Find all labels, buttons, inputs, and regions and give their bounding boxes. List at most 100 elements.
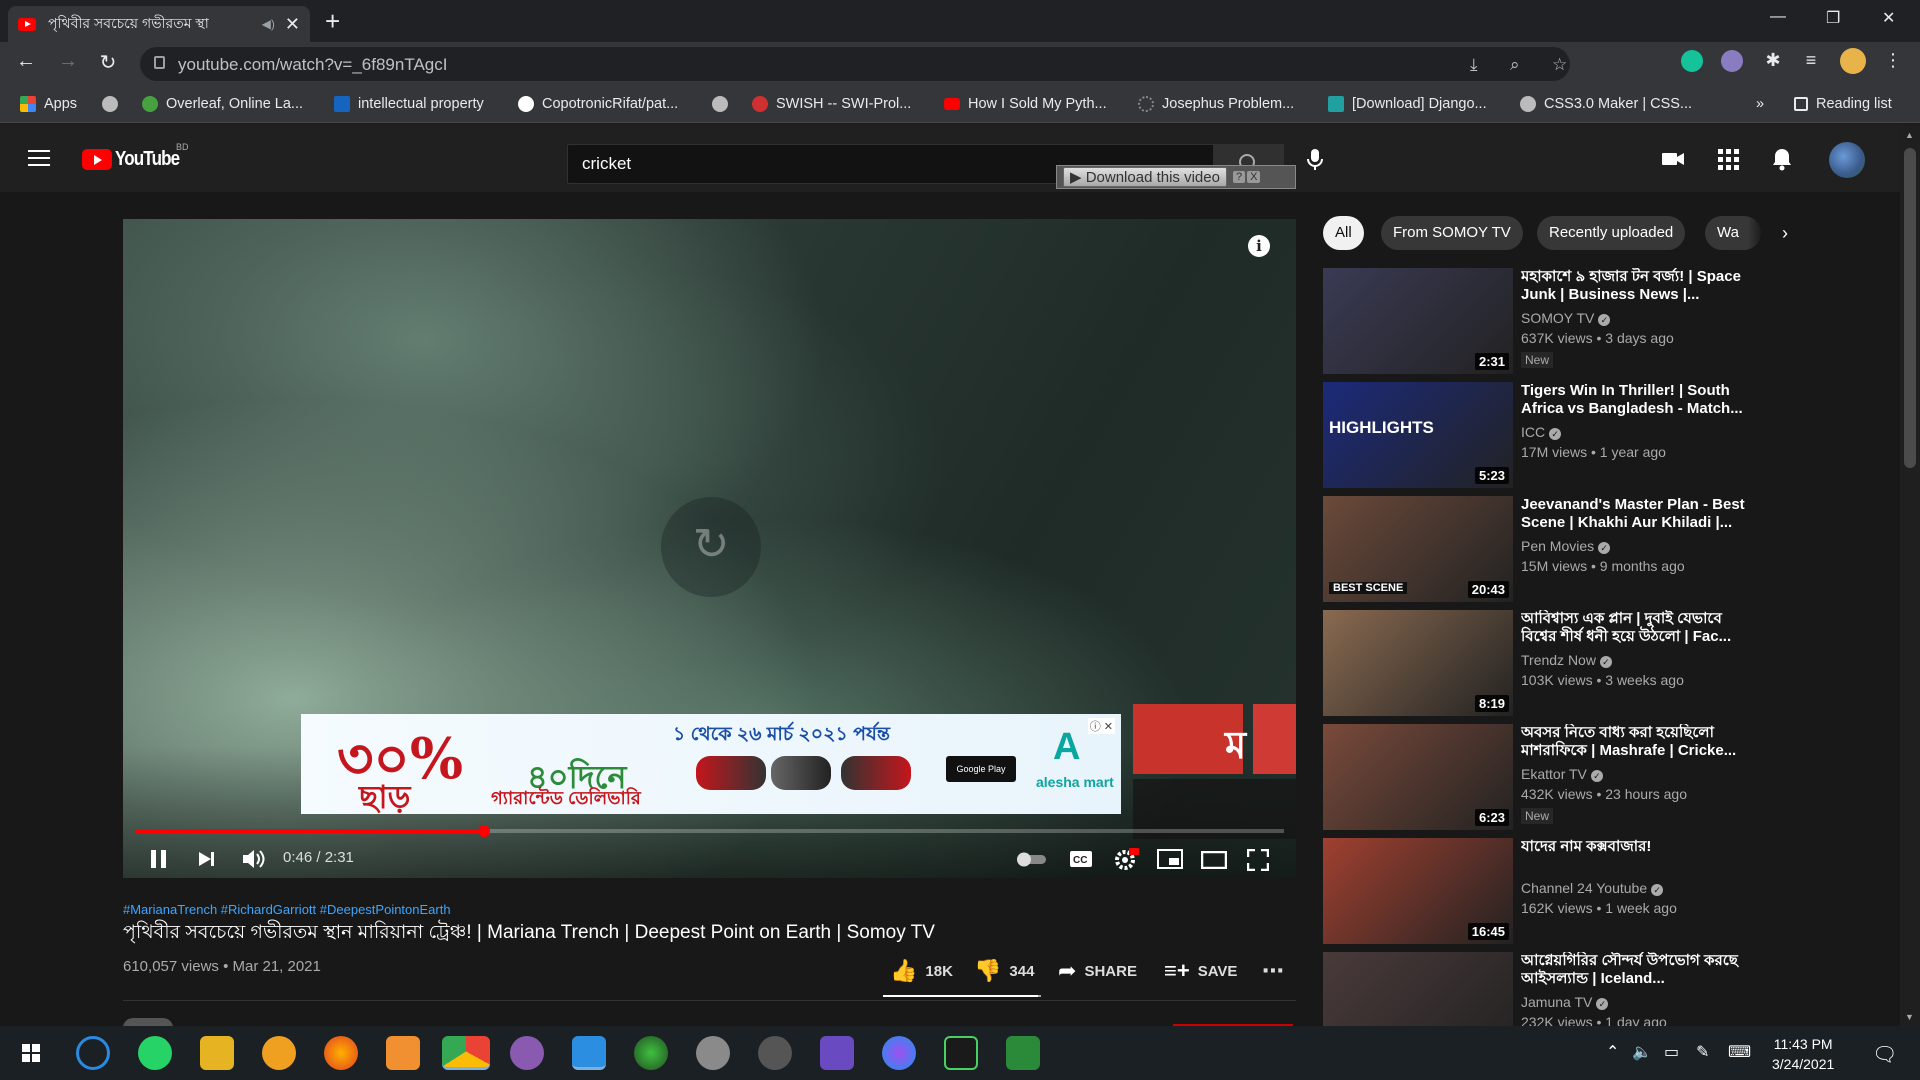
microphone-icon[interactable] bbox=[1302, 146, 1328, 172]
satellite-app-icon[interactable] bbox=[758, 1036, 792, 1070]
video-hashtags[interactable]: #MarianaTrench #RichardGarriott #Deepest… bbox=[123, 902, 451, 917]
captions-icon[interactable]: CC bbox=[1069, 849, 1093, 869]
overlay-ad-banner[interactable]: ৩০% ছাড় ১ থেকে ২৬ মার্চ ২০২১ পর্যন্ত ৪০… bbox=[301, 714, 1121, 814]
extension-icon[interactable] bbox=[1721, 50, 1743, 72]
zoom-icon[interactable]: ⌕ bbox=[1510, 55, 1520, 75]
close-window-icon[interactable]: ✕ bbox=[1882, 8, 1895, 28]
puzzle-extensions-icon[interactable]: ✱ bbox=[1762, 50, 1784, 72]
show-hidden-icons[interactable]: ⌃ bbox=[1606, 1042, 1619, 1062]
related-video-title[interactable]: মহাকাশে ৯ হাজার টন বর্জ্য! | Space Junk … bbox=[1521, 268, 1756, 304]
audio-playing-icon[interactable]: ◀) bbox=[262, 17, 275, 31]
back-icon[interactable]: ← bbox=[12, 50, 40, 73]
pen-icon[interactable]: ✎ bbox=[1696, 1042, 1709, 1062]
channel-name[interactable]: SOMOY TV ✓ bbox=[1521, 310, 1611, 326]
account-avatar[interactable] bbox=[1829, 142, 1865, 178]
related-video-title[interactable]: Tigers Win In Thriller! | South Africa v… bbox=[1521, 382, 1756, 418]
speaker-icon[interactable]: 🔈 bbox=[1632, 1042, 1652, 1062]
app-globe-icon[interactable] bbox=[634, 1036, 668, 1070]
channel-name[interactable]: Trendz Now ✓ bbox=[1521, 652, 1612, 668]
firefox-icon[interactable] bbox=[324, 1036, 358, 1070]
theater-mode-icon[interactable] bbox=[1201, 851, 1227, 869]
chips-next-icon[interactable]: › bbox=[1748, 216, 1788, 250]
notifications-icon[interactable]: 🗨 bbox=[1872, 1042, 1897, 1067]
video-thumbnail[interactable]: BEST SCENE 20:43 bbox=[1323, 496, 1513, 602]
autoplay-toggle[interactable] bbox=[1016, 851, 1048, 867]
snipping-icon[interactable] bbox=[696, 1036, 730, 1070]
related-video-item[interactable]: 2:31 মহাকাশে ৯ হাজার টন বর্জ্য! | Space J… bbox=[1323, 268, 1763, 376]
bookmark-globe-1[interactable] bbox=[102, 96, 126, 112]
channel-name[interactable]: Ekattor TV ✓ bbox=[1521, 766, 1603, 782]
video-player[interactable]: ↻ i ম ৩০% ছাড় ১ থেকে ২৬ মার্চ ২০২১ পর্য… bbox=[123, 219, 1296, 878]
system-clock[interactable]: 11:43 PM 3/24/2021 bbox=[1772, 1034, 1834, 1074]
pycharm-icon[interactable] bbox=[944, 1036, 978, 1070]
close-tab-icon[interactable]: ✕ bbox=[285, 14, 300, 35]
forward-icon[interactable]: → bbox=[54, 50, 82, 73]
related-video-title[interactable]: Jeevanand's Master Plan - Best Scene | K… bbox=[1521, 496, 1756, 532]
info-icon[interactable]: i bbox=[1248, 235, 1270, 257]
related-video-title[interactable]: আগ্নেয়গিরির সৌন্দর্য উপভোগ করছে আইসল্যা… bbox=[1521, 952, 1756, 988]
create-video-icon[interactable] bbox=[1660, 146, 1686, 172]
windows-start-icon[interactable] bbox=[14, 1036, 48, 1070]
download-video-button[interactable]: ▶ Download this video bbox=[1063, 167, 1227, 187]
channel-name[interactable]: Channel 24 Youtube ✓ bbox=[1521, 880, 1664, 896]
visual-studio-icon[interactable] bbox=[820, 1036, 854, 1070]
bookmark-apps[interactable]: Apps bbox=[20, 96, 77, 112]
reading-list[interactable]: Reading list bbox=[1794, 96, 1892, 112]
related-video-item[interactable]: BEST SCENE 20:43 Jeevanand's Master Plan -… bbox=[1323, 496, 1763, 604]
restore-icon[interactable]: ❐ bbox=[1826, 8, 1840, 28]
settings-gear-icon[interactable] bbox=[1113, 847, 1139, 873]
media-control-icon[interactable]: ≡ bbox=[1800, 50, 1822, 72]
bookmark-intellectual-property[interactable]: intellectual property bbox=[334, 96, 484, 112]
channel-name[interactable]: ICC ✓ bbox=[1521, 424, 1562, 440]
sublime-icon[interactable] bbox=[386, 1036, 420, 1070]
network-icon[interactable]: ▭ bbox=[1664, 1042, 1679, 1062]
more-bookmarks[interactable]: » bbox=[1756, 96, 1764, 112]
save-button[interactable]: ≡+ SAVE bbox=[1164, 958, 1237, 984]
star-icon[interactable]: ☆ bbox=[1552, 55, 1567, 75]
menu-icon[interactable]: ⋮ bbox=[1882, 50, 1904, 72]
new-tab-button[interactable]: + bbox=[325, 8, 340, 34]
related-video-title[interactable]: অবসর নিতে বাধ্য করা হয়েছিলো মাশরাফিকে |… bbox=[1521, 724, 1756, 760]
address-bar[interactable]: youtube.com/watch?v=_6f89nTAgcI ☆ ⌕ ⤓ bbox=[140, 47, 1570, 81]
norton-icon[interactable] bbox=[262, 1036, 296, 1070]
channel-name[interactable]: Pen Movies ✓ bbox=[1521, 538, 1611, 554]
profile-avatar[interactable] bbox=[1840, 48, 1866, 74]
related-video-item[interactable]: 8:19 আবিশ্বাস্য এক প্লান | দুবাই যেভাবে ব… bbox=[1323, 610, 1763, 718]
bookmark-django[interactable]: [Download] Django... bbox=[1328, 96, 1487, 112]
whatsapp-icon[interactable] bbox=[138, 1036, 172, 1070]
youtube-logo[interactable]: YouTube BD bbox=[82, 142, 191, 171]
miniplayer-icon[interactable] bbox=[1157, 849, 1183, 869]
bookmark-overleaf[interactable]: Overleaf, Online La... bbox=[142, 96, 303, 112]
video-thumbnail[interactable]: HIGHLIGHTS 5:23 bbox=[1323, 382, 1513, 488]
bookmark-swish[interactable]: SWISH -- SWI-Prol... bbox=[752, 96, 911, 112]
related-video-item[interactable]: 6:23 অবসর নিতে বাধ্য করা হয়েছিলো মাশরাফি… bbox=[1323, 724, 1763, 832]
bookmark-github[interactable]: CopotronicRifat/pat... bbox=[518, 96, 678, 112]
more-actions-icon[interactable]: ⋯ bbox=[1262, 958, 1284, 984]
chip-all[interactable]: All bbox=[1323, 216, 1364, 250]
scroll-down-icon[interactable]: ▼ bbox=[1905, 1012, 1914, 1022]
video-thumbnail[interactable]: 16:45 bbox=[1323, 838, 1513, 944]
chip-from-somoy-tv[interactable]: From SOMOY TV bbox=[1381, 216, 1523, 250]
pause-icon[interactable] bbox=[149, 848, 169, 870]
file-explorer-icon[interactable] bbox=[200, 1036, 234, 1070]
close-ad-icon[interactable]: ⓘ ✕ bbox=[1087, 718, 1115, 734]
volume-icon[interactable] bbox=[241, 848, 267, 870]
download-close-icon[interactable]: X bbox=[1247, 171, 1261, 183]
bookmark-youtube[interactable]: How I Sold My Pyth... bbox=[944, 96, 1107, 112]
messenger-icon[interactable] bbox=[882, 1036, 916, 1070]
hamburger-menu-icon[interactable] bbox=[28, 150, 50, 171]
vscode-icon[interactable] bbox=[572, 1036, 606, 1070]
keyboard-icon[interactable]: ⌨ bbox=[1728, 1042, 1751, 1062]
video-thumbnail[interactable]: 6:23 bbox=[1323, 724, 1513, 830]
grammarly-extension-icon[interactable] bbox=[1681, 50, 1703, 72]
chip-recently-uploaded[interactable]: Recently uploaded bbox=[1537, 216, 1686, 250]
scroll-up-icon[interactable]: ▲ bbox=[1905, 130, 1914, 140]
download-help-icon[interactable]: ? bbox=[1232, 171, 1246, 183]
video-thumbnail[interactable]: 8:19 bbox=[1323, 610, 1513, 716]
notifications-bell-icon[interactable] bbox=[1769, 146, 1795, 172]
chrome-icon[interactable] bbox=[442, 1036, 490, 1070]
github-desktop-icon[interactable] bbox=[510, 1036, 544, 1070]
minimize-icon[interactable]: — bbox=[1770, 8, 1786, 26]
download-video-banner[interactable]: ▶ Download this video ? X bbox=[1056, 165, 1296, 189]
channel-name[interactable]: Jamuna TV ✓ bbox=[1521, 994, 1609, 1010]
